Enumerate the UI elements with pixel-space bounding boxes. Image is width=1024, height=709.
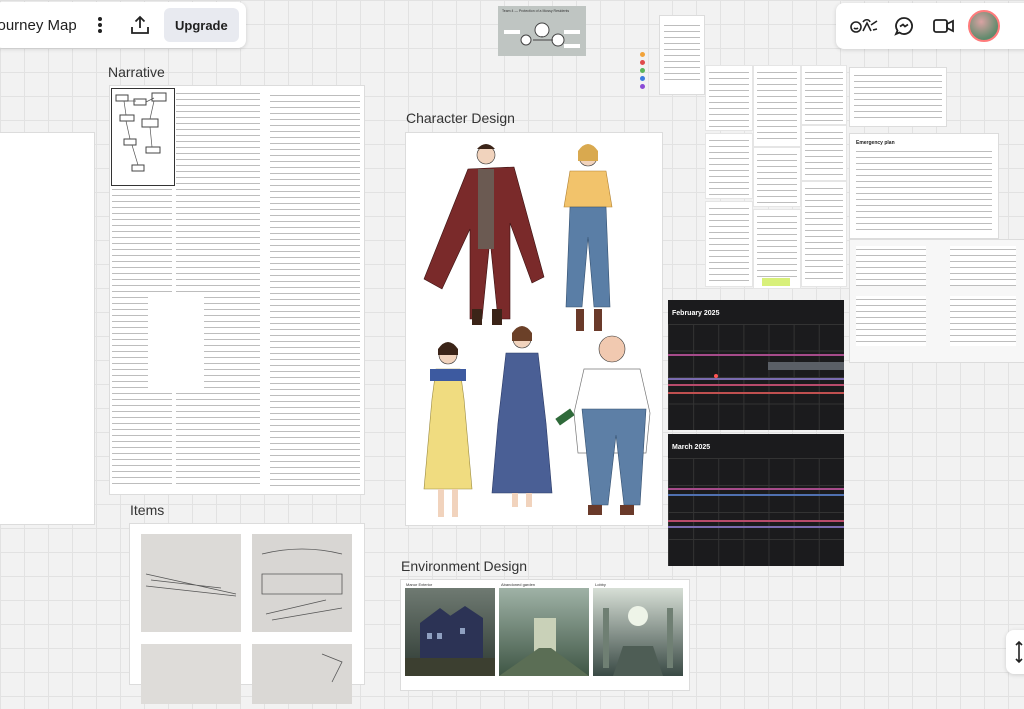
emergency-plan-doc[interactable]: Emergency plan [850,134,998,238]
character-woman-yellow-shirt [563,144,613,331]
flowchart-sketch-graphic [115,92,167,172]
character-sketches [423,144,651,517]
sticky-note-1[interactable] [706,66,752,130]
sticky-note-8[interactable] [754,210,800,288]
board-toolbar: Journey Map Upgrade [0,2,246,48]
sticky-note-5[interactable] [754,148,800,206]
sticky-note-3[interactable] [802,66,846,124]
flowchart-sketch [111,88,175,186]
item-sketch-3 [141,644,241,704]
upload-icon [131,15,149,34]
reactions-button[interactable] [846,8,882,44]
diagram-thumbnail-graphic [504,22,580,48]
frame-label-character-design[interactable]: Character Design [406,110,515,126]
fit-view-button[interactable] [1006,630,1024,674]
video-call-button[interactable] [926,8,962,44]
environment-garden-image [499,588,589,676]
item-sketch-1 [141,534,241,632]
board-title[interactable]: Journey Map [0,17,76,34]
march-calendar[interactable]: March 2025 [668,434,844,566]
character-bald-man [555,335,651,515]
member-list-doc[interactable] [660,16,704,94]
frame-label-narrative[interactable]: Narrative [108,64,165,80]
diagram-thumbnail[interactable]: Team 4 — Protection of a Mossy Residents [498,6,586,56]
video-icon [933,19,954,33]
item-sketch-2 [252,534,352,632]
vertical-resize-icon [1015,640,1023,664]
lobby-graphic [603,606,673,676]
sticky-note-6[interactable] [802,126,846,180]
emergency-plan-title: Emergency plan [856,140,895,146]
item-sketch-4-graphic [321,653,343,683]
character-woman-blue-dress [491,326,553,507]
character-man-red-coat [423,144,545,325]
environment-label-3: Lobby [595,582,606,587]
item-sketch-2-graphic [261,548,343,621]
frame-label-items[interactable]: Items [130,502,164,518]
sticky-note-7[interactable] [706,202,752,286]
environment-label-2: Abandoned garden [501,582,536,587]
items-board[interactable] [130,524,364,704]
february-calendar[interactable]: February 2025 [668,300,844,430]
upgrade-button[interactable]: Upgrade [164,8,239,42]
notes-doc[interactable] [850,68,946,126]
manor-graphic [405,606,495,676]
sticky-note-9[interactable] [802,182,846,286]
collaboration-toolbar [836,3,1024,49]
february-calendar-title: February 2025 [672,310,720,317]
environment-manor-image [405,588,495,676]
march-calendar-title: March 2025 [672,444,711,451]
item-sketch-4 [252,644,352,704]
narrative-document[interactable] [110,86,364,494]
reactions-icon [850,18,878,33]
color-dots [640,52,652,96]
handwritten-notes-page[interactable] [850,240,1024,362]
export-button[interactable] [124,9,156,41]
march-calendar-grid [668,458,844,566]
sticky-note-4[interactable] [706,134,752,198]
more-vertical-icon [98,17,102,33]
character-design-sheet[interactable] [406,133,662,525]
character-girl-yellow-dress [423,342,473,517]
more-options-button[interactable] [84,9,116,41]
environment-lobby-image [593,588,683,676]
user-avatar[interactable] [968,10,1000,42]
frame-label-environment-design[interactable]: Environment Design [401,558,527,574]
environment-label-1: Manor Exterior [406,582,433,587]
sticky-note-2[interactable] [754,66,800,146]
environment-design-board[interactable]: Manor Exterior Abandoned garden Lobby [401,580,689,690]
garden-graphic [499,618,589,676]
chat-icon [894,17,913,36]
february-calendar-grid [668,324,844,430]
narrative-blank-card[interactable] [0,133,94,524]
item-sketch-1-graphic [145,573,237,597]
comments-button[interactable] [886,8,922,44]
